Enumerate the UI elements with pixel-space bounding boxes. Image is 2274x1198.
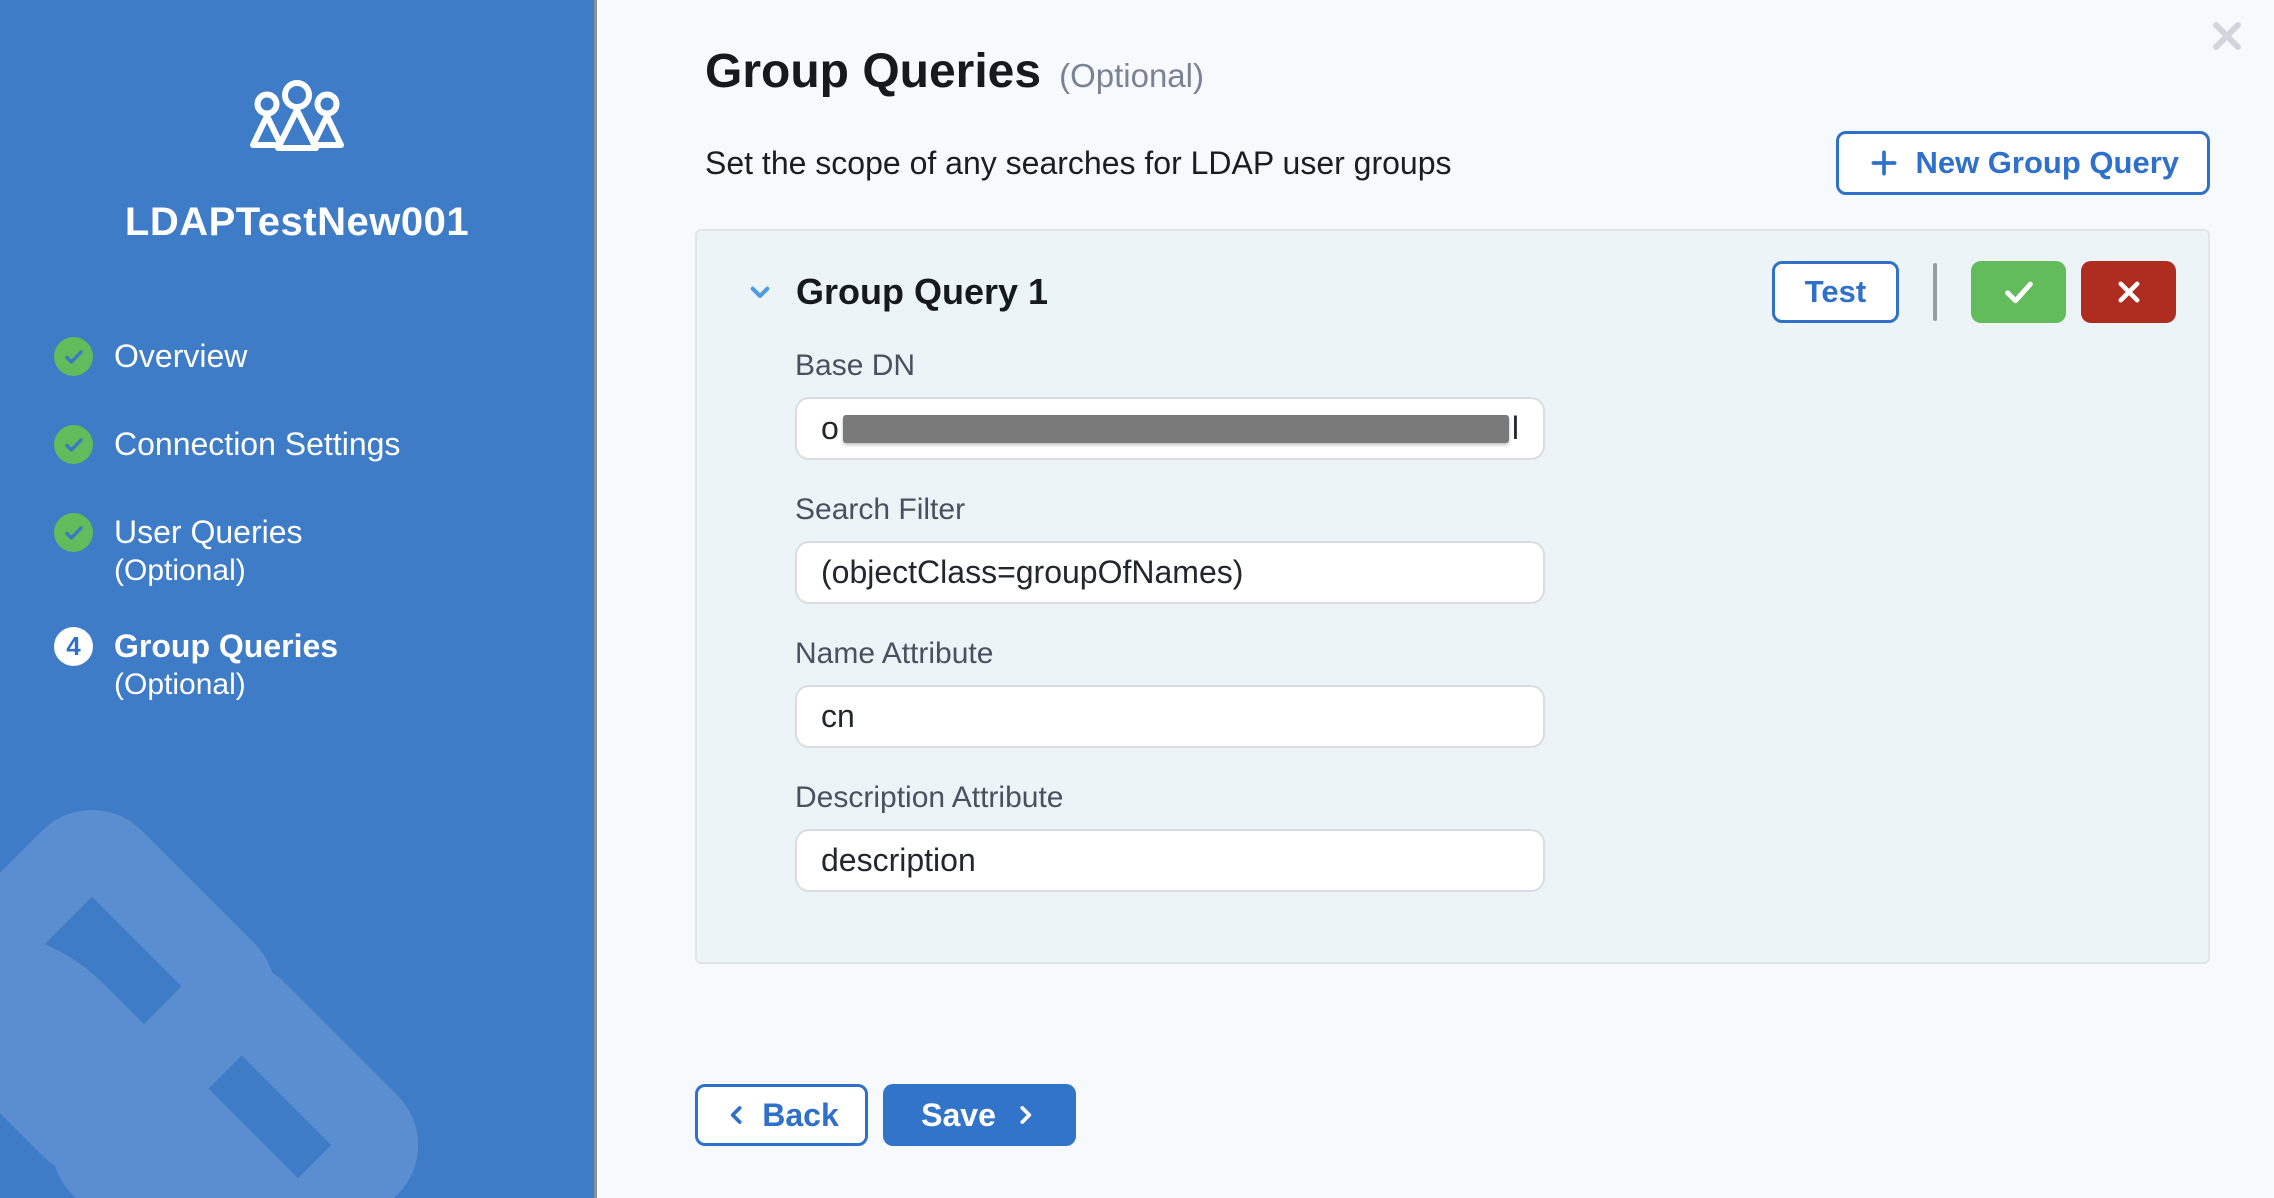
name-attribute-input[interactable]: cn	[795, 685, 1545, 748]
step-label: User Queries	[114, 513, 303, 552]
save-label: Save	[921, 1097, 996, 1134]
chevron-left-icon	[724, 1102, 750, 1128]
base-dn-value-end: l	[1512, 410, 1519, 447]
step-sublabel: (Optional)	[114, 666, 338, 703]
delete-button[interactable]	[2081, 261, 2176, 323]
actions-divider	[1933, 263, 1937, 321]
page-title: Group Queries	[705, 44, 1041, 99]
step-connection-settings[interactable]: Connection Settings	[54, 425, 594, 464]
back-label: Back	[762, 1097, 839, 1134]
description-attribute-input[interactable]: description	[795, 829, 1545, 892]
step-complete-check-icon	[54, 513, 93, 552]
step-complete-check-icon	[54, 337, 93, 376]
confirm-button[interactable]	[1971, 261, 2066, 323]
group-query-card: Group Query 1 Test Base DN o	[695, 229, 2210, 964]
base-dn-input[interactable]: o l	[795, 397, 1545, 460]
org-title: LDAPTestNew001	[125, 200, 469, 245]
step-label: Connection Settings	[114, 425, 400, 464]
page-title-optional: (Optional)	[1059, 57, 1204, 95]
description-attribute-value: description	[821, 842, 976, 879]
chevron-right-icon	[1012, 1102, 1038, 1128]
step-complete-check-icon	[54, 425, 93, 464]
save-button[interactable]: Save	[883, 1084, 1076, 1146]
new-group-query-label: New Group Query	[1915, 145, 2179, 181]
step-group-queries[interactable]: 4 Group Queries (Optional)	[54, 627, 594, 703]
back-button[interactable]: Back	[695, 1084, 868, 1146]
test-button[interactable]: Test	[1772, 261, 1899, 323]
check-icon	[1998, 271, 2040, 313]
group-query-title: Group Query 1	[796, 271, 1048, 313]
group-query-form: Base DN o l Search Filter (objectClass=g…	[795, 349, 2176, 892]
new-group-query-button[interactable]: New Group Query	[1836, 131, 2210, 195]
sidebar: LDAPTestNew001 Overview Connection Setti…	[0, 0, 594, 1198]
close-icon[interactable]	[2204, 14, 2250, 60]
page-subtitle: Set the scope of any searches for LDAP u…	[705, 145, 1452, 182]
search-filter-value: (objectClass=groupOfNames)	[821, 554, 1243, 591]
search-filter-label: Search Filter	[795, 493, 2176, 527]
step-label: Group Queries	[114, 627, 338, 666]
chevron-down-icon[interactable]	[744, 276, 778, 308]
step-user-queries[interactable]: User Queries (Optional)	[54, 513, 594, 589]
description-attribute-label: Description Attribute	[795, 781, 2176, 815]
step-sublabel: (Optional)	[114, 552, 303, 589]
ldap-config-modal: LDAPTestNew001 Overview Connection Setti…	[0, 0, 2274, 1198]
plus-icon	[1867, 146, 1901, 180]
name-attribute-label: Name Attribute	[795, 637, 2176, 671]
redaction-bar	[843, 415, 1509, 443]
search-filter-input[interactable]: (objectClass=groupOfNames)	[795, 541, 1545, 604]
user-group-icon	[246, 80, 348, 152]
step-overview[interactable]: Overview	[54, 337, 594, 376]
base-dn-label: Base DN	[795, 349, 2176, 383]
step-number-badge: 4	[54, 627, 93, 666]
x-icon	[2111, 274, 2147, 310]
base-dn-value-start: o	[821, 410, 839, 447]
wizard-steps: Overview Connection Settings User Querie…	[0, 337, 594, 703]
name-attribute-value: cn	[821, 698, 855, 735]
main-panel: Group Queries (Optional) Set the scope o…	[597, 0, 2274, 1198]
step-label: Overview	[114, 337, 247, 376]
